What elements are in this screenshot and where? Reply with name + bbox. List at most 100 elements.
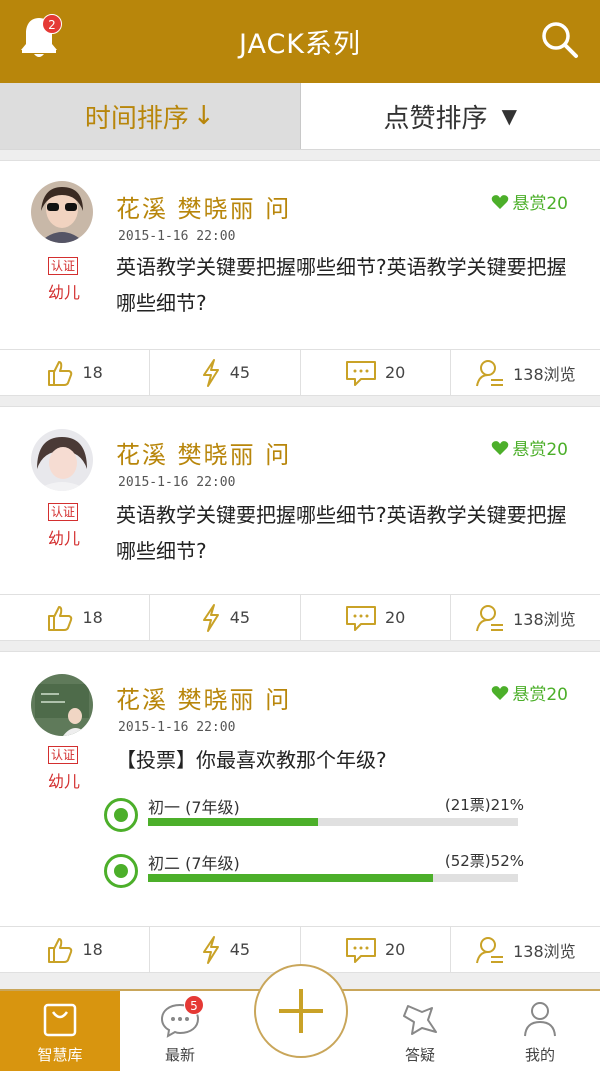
reward-amount: 悬赏20 (512, 440, 568, 460)
grade-label: 幼儿 (47, 529, 80, 548)
heart-icon (492, 194, 509, 209)
views-button[interactable]: 138浏览 (451, 927, 600, 972)
vote-progress-fill (148, 818, 319, 826)
share-count: 45 (229, 940, 251, 959)
avatar[interactable] (31, 429, 93, 491)
reward-badge: 悬赏20 (491, 680, 568, 705)
post-time: 2015-1-16 22:00 (118, 720, 236, 735)
like-button[interactable]: 18 (0, 350, 151, 395)
certified-badge: 认证 (48, 503, 78, 521)
share-button[interactable]: 45 (150, 595, 301, 640)
views-count: 138浏览 (513, 364, 576, 384)
user-views-icon (476, 359, 504, 386)
comment-icon (345, 605, 376, 631)
post-time: 2015-1-16 22:00 (118, 475, 236, 490)
vote-option-label: 初一 (7年级) (148, 798, 240, 817)
vote-option[interactable]: 初一 (7年级) (21票)21% (104, 796, 534, 836)
grade-label: 幼儿 (47, 772, 80, 791)
comment-icon (345, 360, 376, 386)
post-card-vote[interactable]: 认证 幼儿 花溪 樊晓丽 问 悬赏20 2015-1-16 22:00 【投票】… (0, 651, 600, 973)
comment-button[interactable]: 20 (301, 350, 451, 395)
vote-option[interactable]: 初二 (7年级) (52票)52% (104, 852, 534, 892)
author-name[interactable]: 花溪 樊晓丽 问 (116, 435, 291, 470)
user-views-icon (476, 604, 504, 631)
tab-knowledge-base[interactable]: 智慧库 (0, 991, 120, 1071)
vote-option-label: 初二 (7年级) (148, 854, 240, 873)
question-text[interactable]: 英语教学关键要把握哪些细节?英语教学关键要把握哪些细节? (116, 497, 576, 569)
question-text[interactable]: 英语教学关键要把握哪些细节?英语教学关键要把握哪些细节? (116, 249, 576, 321)
comment-icon (345, 937, 376, 963)
author-name[interactable]: 花溪 樊晓丽 问 (116, 680, 291, 715)
search-icon[interactable] (540, 20, 580, 60)
user-icon (524, 1002, 556, 1037)
author-name[interactable]: 花溪 樊晓丽 问 (116, 189, 291, 224)
post-time: 2015-1-16 22:00 (118, 229, 236, 244)
avatar[interactable] (31, 674, 93, 736)
question-text[interactable]: 【投票】你最喜欢教那个年级? (116, 742, 576, 778)
vote-progress-fill (148, 874, 433, 882)
post-card[interactable]: 认证 幼儿 花溪 樊晓丽 问 悬赏20 2015-1-16 22:00 英语教学… (0, 160, 600, 396)
lightning-icon (202, 358, 219, 387)
radio-selected-icon[interactable] (104, 854, 138, 888)
certified-badge: 认证 (48, 257, 78, 275)
notification-bell-icon[interactable]: 2 (18, 14, 64, 64)
sort-down-arrow-icon: ↓ (192, 101, 215, 131)
comment-count: 20 (384, 363, 406, 382)
share-button[interactable]: 45 (150, 350, 301, 395)
tab-latest[interactable]: 5 最新 (120, 991, 240, 1071)
sort-by-time-tab[interactable]: 时间排序 ↓ (0, 83, 301, 149)
star-icon (403, 1005, 437, 1035)
like-count: 18 (82, 940, 103, 959)
reward-amount: 悬赏20 (512, 685, 568, 705)
user-views-icon (476, 936, 504, 963)
reward-amount: 悬赏20 (512, 194, 568, 214)
comment-count: 20 (384, 608, 406, 627)
sort-by-time-label: 时间排序 (84, 103, 189, 134)
lightning-icon (202, 603, 219, 632)
sort-by-likes-label: 点赞排序 (383, 103, 488, 134)
post-actions: 18 45 20 138浏览 (0, 594, 600, 640)
dropdown-triangle-icon: ▼ (501, 104, 517, 128)
views-button[interactable]: 138浏览 (451, 350, 600, 395)
app-header: 2 JACK系列 (0, 0, 600, 83)
like-count: 18 (82, 363, 103, 382)
sort-by-likes-tab[interactable]: 点赞排序 ▼ (300, 83, 600, 149)
views-count: 138浏览 (513, 609, 576, 629)
page-title: JACK系列 (238, 29, 362, 60)
like-button[interactable]: 18 (0, 595, 151, 640)
tab-me-label: 我的 (524, 1046, 555, 1064)
reward-badge: 悬赏20 (491, 189, 568, 214)
reward-badge: 悬赏20 (491, 435, 568, 460)
radio-selected-icon[interactable] (104, 798, 138, 832)
post-actions: 18 45 20 138浏览 (0, 349, 600, 395)
create-post-button[interactable] (254, 964, 348, 1058)
views-button[interactable]: 138浏览 (451, 595, 600, 640)
certified-badge: 认证 (48, 746, 78, 764)
thumbs-up-icon (48, 605, 73, 631)
thumbs-up-icon (48, 360, 73, 386)
sort-bar: 时间排序 ↓ 点赞排序 ▼ (0, 83, 600, 150)
comment-count: 20 (384, 940, 406, 959)
views-count: 138浏览 (513, 941, 576, 961)
notification-badge: 2 (42, 14, 62, 34)
tab-qa-label: 答疑 (404, 1046, 435, 1064)
avatar[interactable] (31, 181, 93, 243)
vote-progress-track (148, 874, 518, 882)
tab-latest-label: 最新 (164, 1046, 195, 1064)
like-count: 18 (82, 608, 103, 627)
plus-icon (279, 989, 323, 1033)
heart-icon (492, 685, 509, 700)
tab-qa[interactable]: 答疑 (360, 991, 480, 1071)
comment-button[interactable]: 20 (301, 927, 451, 972)
tab-me[interactable]: 我的 (480, 991, 600, 1071)
vote-option-count: (21票)21% (444, 796, 524, 814)
comment-button[interactable]: 20 (301, 595, 451, 640)
tab-knowledge-base-label: 智慧库 (37, 1046, 83, 1064)
post-card[interactable]: 认证 幼儿 花溪 樊晓丽 问 悬赏20 2015-1-16 22:00 英语教学… (0, 406, 600, 641)
vote-progress-track (148, 818, 518, 826)
lightning-icon (202, 935, 219, 964)
like-button[interactable]: 18 (0, 927, 151, 972)
share-button[interactable]: 45 (150, 927, 301, 972)
share-count: 45 (229, 608, 251, 627)
share-count: 45 (229, 363, 251, 382)
